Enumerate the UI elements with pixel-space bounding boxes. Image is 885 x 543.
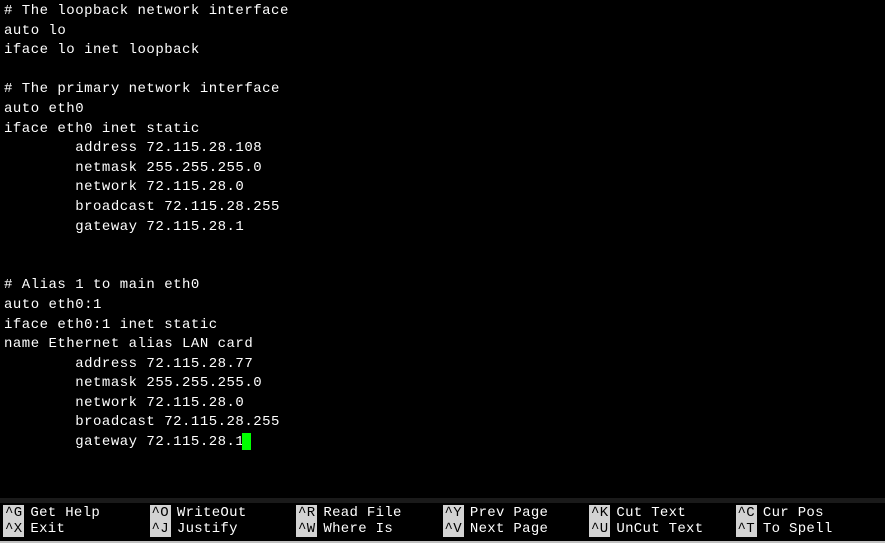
shortcut-label: To Spell [763,521,833,537]
file-line: # Alias 1 to main eth0 [4,276,881,296]
file-line: network 72.115.28.0 [4,394,881,414]
file-line: gateway 72.115.28.1 [4,433,881,453]
file-line: broadcast 72.115.28.255 [4,413,881,433]
shortcut-prev-page[interactable]: ^Y Prev Page [443,505,590,521]
file-line: gateway 72.115.28.1 [4,218,881,238]
shortcut-key: ^J [150,521,171,537]
file-line: auto eth0 [4,100,881,120]
file-line: network 72.115.28.0 [4,178,881,198]
file-line: # The primary network interface [4,80,881,100]
shortcut-exit[interactable]: ^X Exit [3,521,150,537]
shortcut-key: ^O [150,505,171,521]
file-line: auto lo [4,22,881,42]
shortcut-label: Get Help [30,505,100,521]
file-line: address 72.115.28.77 [4,355,881,375]
cursor [242,433,251,450]
shortcut-justify[interactable]: ^J Justify [150,521,297,537]
shortcut-label: Justify [177,521,238,537]
shortcut-key: ^C [736,505,757,521]
file-line: name Ethernet alias LAN card [4,335,881,355]
file-line [4,237,881,257]
shortcut-key: ^T [736,521,757,537]
shortcut-label: Where Is [323,521,393,537]
shortcut-label: Next Page [470,521,548,537]
shortcut-key: ^U [589,521,610,537]
file-line: netmask 255.255.255.0 [4,159,881,179]
file-line: iface eth0:1 inet static [4,316,881,336]
shortcut-key: ^R [296,505,317,521]
shortcut-writeout[interactable]: ^O WriteOut [150,505,297,521]
shortcut-label: Prev Page [470,505,548,521]
shortcut-key: ^G [3,505,24,521]
shortcut-key: ^X [3,521,24,537]
shortcut-bar: ^G Get Help ^O WriteOut ^R Read File ^Y Prev Pa… [0,503,885,543]
shortcut-read-file[interactable]: ^R Read File [296,505,443,521]
shortcut-label: Cur Pos [763,505,824,521]
shortcut-get-help[interactable]: ^G Get Help [3,505,150,521]
file-line [4,257,881,277]
shortcut-uncut-text[interactable]: ^U UnCut Text [589,521,736,537]
shortcut-to-spell[interactable]: ^T To Spell [736,521,883,537]
file-line: address 72.115.28.108 [4,139,881,159]
shortcut-label: UnCut Text [616,521,703,537]
shortcut-key: ^Y [443,505,464,521]
file-line: auto eth0:1 [4,296,881,316]
shortcut-key: ^W [296,521,317,537]
shortcut-where-is[interactable]: ^W Where Is [296,521,443,537]
file-line: netmask 255.255.255.0 [4,374,881,394]
file-line: iface eth0 inet static [4,120,881,140]
shortcut-cut-text[interactable]: ^K Cut Text [589,505,736,521]
shortcut-key: ^K [589,505,610,521]
editor-text-area[interactable]: # The loopback network interfaceauto loi… [0,0,885,498]
shortcut-label: Read File [323,505,401,521]
shortcut-key: ^V [443,521,464,537]
shortcut-label: Cut Text [616,505,686,521]
shortcut-next-page[interactable]: ^V Next Page [443,521,590,537]
file-line: # The loopback network interface [4,2,881,22]
shortcut-label: Exit [30,521,65,537]
file-line: broadcast 72.115.28.255 [4,198,881,218]
file-line [4,61,881,81]
file-line: iface lo inet loopback [4,41,881,61]
shortcut-cur-pos[interactable]: ^C Cur Pos [736,505,883,521]
shortcut-label: WriteOut [177,505,247,521]
